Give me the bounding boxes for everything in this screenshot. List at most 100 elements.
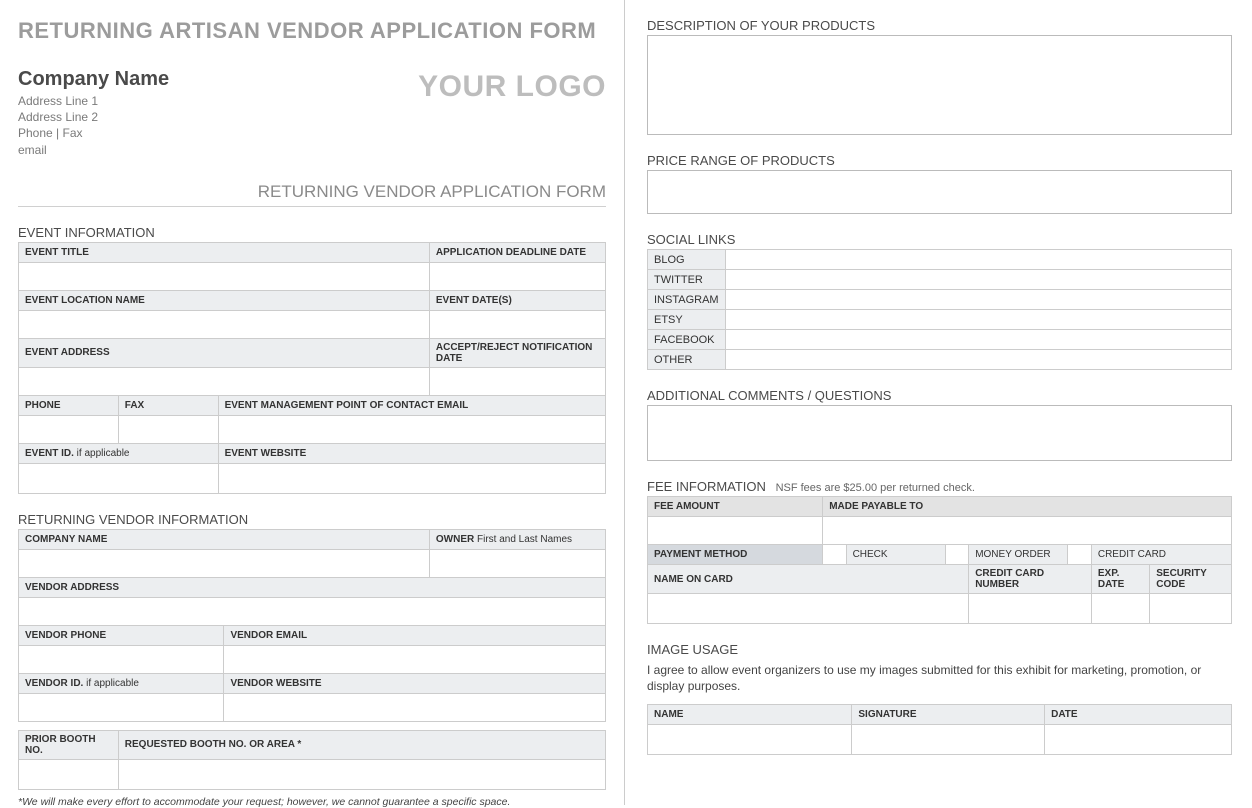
notify-date-input[interactable] [429, 367, 605, 395]
iu-signature-input[interactable] [852, 725, 1045, 755]
application-deadline-header: APPLICATION DEADLINE DATE [429, 242, 605, 262]
social-etsy-label: ETSY [648, 310, 726, 330]
fax-input[interactable] [118, 415, 218, 443]
event-location-input[interactable] [19, 310, 430, 338]
poc-email-input[interactable] [218, 415, 605, 443]
application-deadline-input[interactable] [429, 262, 605, 290]
company-name-input[interactable] [19, 549, 430, 577]
social-other-input[interactable] [725, 350, 1231, 370]
notify-date-header: ACCEPT/REJECT NOTIFICATION DATE [429, 338, 605, 367]
company-addr2: Address Line 2 [18, 109, 169, 125]
requested-booth-input[interactable] [118, 759, 605, 789]
price-range-input[interactable] [647, 170, 1232, 214]
event-website-header: EVENT WEBSITE [218, 443, 605, 463]
check-checkbox[interactable] [823, 545, 846, 565]
main-title: RETURNING ARTISAN VENDOR APPLICATION FOR… [18, 18, 606, 44]
exp-date-header: EXP. DATE [1091, 565, 1149, 594]
requested-booth-header: REQUESTED BOOTH NO. OR AREA * [118, 730, 605, 759]
event-location-header: EVENT LOCATION NAME [19, 290, 430, 310]
event-address-input[interactable] [19, 367, 430, 395]
owner-hint: First and Last Names [474, 534, 572, 545]
event-id-input[interactable] [19, 463, 219, 493]
vendor-address-input[interactable] [19, 597, 606, 625]
fee-table: FEE AMOUNT MADE PAYABLE TO PAYMENT METHO… [647, 496, 1232, 624]
left-column: RETURNING ARTISAN VENDOR APPLICATION FOR… [0, 0, 625, 805]
description-input[interactable] [647, 35, 1232, 135]
social-facebook-label: FACEBOOK [648, 330, 726, 350]
company-name: Company Name [18, 66, 169, 93]
company-block: Company Name Address Line 1 Address Line… [18, 66, 169, 158]
poc-email-header: EVENT MANAGEMENT POINT OF CONTACT EMAIL [218, 395, 605, 415]
header-row: Company Name Address Line 1 Address Line… [18, 66, 606, 158]
event-info-table: EVENT TITLE APPLICATION DEADLINE DATE EV… [18, 242, 606, 494]
event-website-input[interactable] [218, 463, 605, 493]
image-usage-label: IMAGE USAGE [647, 642, 1232, 657]
fee-info-text: FEE INFORMATION [647, 479, 766, 494]
additional-comments-label: ADDITIONAL COMMENTS / QUESTIONS [647, 388, 1232, 403]
owner-input[interactable] [429, 549, 605, 577]
additional-comments-input[interactable] [647, 405, 1232, 461]
fax-header: FAX [118, 395, 218, 415]
image-usage-table: NAME SIGNATURE DATE [647, 704, 1232, 755]
event-dates-input[interactable] [429, 310, 605, 338]
fee-info-label: FEE INFORMATION NSF fees are $25.00 per … [647, 479, 1232, 494]
security-code-input[interactable] [1150, 594, 1232, 624]
cc-number-input[interactable] [969, 594, 1092, 624]
prior-booth-input[interactable] [19, 759, 119, 789]
owner-label: OWNER [436, 534, 474, 545]
vendor-info-label: RETURNING VENDOR INFORMATION [18, 512, 606, 527]
check-label: CHECK [846, 545, 945, 565]
vendor-id-input[interactable] [19, 693, 224, 721]
money-order-checkbox[interactable] [945, 545, 968, 565]
event-dates-header: EVENT DATE(S) [429, 290, 605, 310]
made-payable-input[interactable] [823, 517, 1232, 545]
social-blog-input[interactable] [725, 250, 1231, 270]
event-title-input[interactable] [19, 262, 430, 290]
company-addr1: Address Line 1 [18, 93, 169, 109]
vendor-phone-input[interactable] [19, 645, 224, 673]
booth-footnote: *We will make every effort to accommodat… [18, 796, 606, 808]
credit-card-checkbox[interactable] [1068, 545, 1091, 565]
exp-date-input[interactable] [1091, 594, 1149, 624]
prior-booth-header: PRIOR BOOTH NO. [19, 730, 119, 759]
social-twitter-label: TWITTER [648, 270, 726, 290]
iu-date-input[interactable] [1045, 725, 1232, 755]
payment-method-header: PAYMENT METHOD [648, 545, 823, 565]
vendor-id-header: VENDOR ID. if applicable [19, 673, 224, 693]
vendor-email-input[interactable] [224, 645, 606, 673]
iu-name-input[interactable] [648, 725, 852, 755]
vendor-website-header: VENDOR WEBSITE [224, 673, 606, 693]
vendor-id-hint: if applicable [83, 678, 139, 689]
vendor-info-table: COMPANY NAME OWNER First and Last Names … [18, 529, 606, 722]
social-twitter-input[interactable] [725, 270, 1231, 290]
event-address-header: EVENT ADDRESS [19, 338, 430, 367]
social-facebook-input[interactable] [725, 330, 1231, 350]
booth-table: PRIOR BOOTH NO. REQUESTED BOOTH NO. OR A… [18, 730, 606, 790]
event-title-header: EVENT TITLE [19, 242, 430, 262]
name-on-card-input[interactable] [648, 594, 969, 624]
company-name-header: COMPANY NAME [19, 529, 430, 549]
event-info-label: EVENT INFORMATION [18, 225, 606, 240]
event-id-label: EVENT ID. [25, 448, 74, 459]
iu-date-header: DATE [1045, 705, 1232, 725]
fee-amount-input[interactable] [648, 517, 823, 545]
social-blog-label: BLOG [648, 250, 726, 270]
social-instagram-input[interactable] [725, 290, 1231, 310]
social-links-label: SOCIAL LINKS [647, 232, 1232, 247]
money-order-label: MONEY ORDER [969, 545, 1068, 565]
iu-name-header: NAME [648, 705, 852, 725]
company-phone-fax: Phone | Fax [18, 125, 169, 141]
event-id-hint: if applicable [74, 448, 130, 459]
phone-input[interactable] [19, 415, 119, 443]
event-id-header: EVENT ID. if applicable [19, 443, 219, 463]
phone-header: PHONE [19, 395, 119, 415]
name-on-card-header: NAME ON CARD [648, 565, 969, 594]
right-column: DESCRIPTION OF YOUR PRODUCTS PRICE RANGE… [625, 0, 1250, 805]
owner-header: OWNER First and Last Names [429, 529, 605, 549]
credit-card-label: CREDIT CARD [1091, 545, 1231, 565]
made-payable-header: MADE PAYABLE TO [823, 497, 1232, 517]
social-etsy-input[interactable] [725, 310, 1231, 330]
company-email: email [18, 142, 169, 158]
vendor-id-label: VENDOR ID. [25, 678, 83, 689]
vendor-website-input[interactable] [224, 693, 606, 721]
